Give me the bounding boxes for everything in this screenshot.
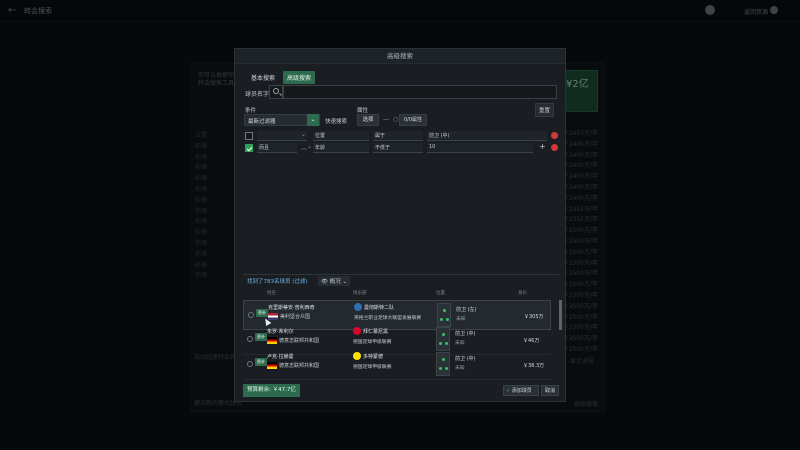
remove-condition-icon[interactable] xyxy=(551,132,558,139)
scrollbar[interactable] xyxy=(559,300,562,330)
condition-field-2[interactable]: 位置 xyxy=(313,131,369,141)
cancel-button[interactable]: 取消 xyxy=(541,385,559,396)
condition-row: ⌄ 位置 属于 前卫 (中) xyxy=(243,130,559,142)
add-condition-icon[interactable]: + xyxy=(539,142,546,151)
results-area: 找到了783名球员 (过滤) 👁 概况 ⌄ 姓名 俱乐部 位置 身价 替补 克里斯… xyxy=(243,274,562,380)
results-bar: 找到了783名球员 (过滤) 👁 概况 ⌄ xyxy=(243,274,559,286)
condition-checkbox[interactable] xyxy=(245,132,253,140)
search-button[interactable] xyxy=(269,85,283,99)
modal-title: 高级搜索 xyxy=(235,49,565,64)
search-icon xyxy=(273,88,279,94)
player-value: ￥46万 xyxy=(523,338,540,344)
position-dot xyxy=(442,358,445,361)
player-value: ￥305万 xyxy=(524,314,544,320)
position-dot xyxy=(440,318,443,321)
reset-button[interactable]: 重置 xyxy=(535,103,555,117)
position-dot xyxy=(439,342,442,345)
club-logo-icon xyxy=(353,327,361,335)
flag-icon xyxy=(267,362,277,369)
player-position: 前卫 (中) xyxy=(455,331,476,337)
player-position: 前卫 (中) xyxy=(455,356,476,362)
condition-value[interactable]: 前卫 (中) xyxy=(427,131,547,141)
position-dot xyxy=(445,342,448,345)
condition-operator[interactable]: 不低于 xyxy=(373,143,423,153)
tab-basic-search[interactable]: 基本搜索 xyxy=(247,71,279,84)
player-known: 未知 xyxy=(455,341,465,346)
quick-search-button[interactable]: 快速搜索 xyxy=(325,117,347,125)
position-dot xyxy=(443,309,446,312)
column-name[interactable]: 姓名 xyxy=(267,290,276,296)
player-name-input[interactable] xyxy=(283,85,557,99)
condition-operator[interactable]: 属于 xyxy=(373,131,423,141)
player-known: 未知 xyxy=(456,317,466,322)
add-player-label: 添加球员 xyxy=(511,388,532,394)
player-league: 德国足球甲级联赛 xyxy=(353,340,392,345)
player-name[interactable]: 朱罗·希利尔 xyxy=(267,328,294,335)
player-position: 前卫 (左) xyxy=(456,307,477,313)
row-select-radio[interactable] xyxy=(247,336,253,342)
status-badge: 替补 xyxy=(255,358,267,366)
attributes-label: 属性 xyxy=(357,108,369,114)
player-club[interactable]: 拜仁慕尼黑 xyxy=(363,328,388,335)
chevron-down-icon[interactable]: ⌄ xyxy=(301,131,306,138)
position-dot xyxy=(445,367,448,370)
player-club[interactable]: 多特蒙德 xyxy=(363,353,383,360)
player-value: ￥38.3万 xyxy=(523,363,545,369)
view-label: 概况 xyxy=(329,279,341,285)
add-player-button[interactable]: ✓ 添加球员 xyxy=(503,385,539,396)
remove-condition-icon[interactable] xyxy=(551,144,558,151)
conditions-label: 条件 xyxy=(245,108,257,114)
budget-balance-badge: 预算剩余: ￥47.7亿 xyxy=(243,384,300,397)
advanced-search-modal: 高级搜索 基本搜索 高级搜索 球员名字 条件 属性 重置 最新过滤器 ⌄ 快速搜… xyxy=(234,48,566,402)
chevron-down-icon[interactable]: ⌄ xyxy=(307,114,319,126)
attr-range-select[interactable]: 0/0属性 xyxy=(399,114,427,126)
condition-row: 而且 ︿ ⌄ 年龄 不低于 10 + xyxy=(243,142,559,154)
range-dash-2: ○ xyxy=(393,116,399,123)
results-columns: 姓名 俱乐部 位置 身价 xyxy=(243,290,559,298)
player-club[interactable]: 曼彻斯特二队 xyxy=(364,304,394,311)
condition-connector[interactable]: 而且 xyxy=(257,143,297,153)
view-select[interactable]: 👁 概况 ⌄ xyxy=(318,276,351,286)
row-select-radio[interactable] xyxy=(247,361,253,367)
status-badge: 替补 xyxy=(256,309,268,317)
check-icon: ✓ xyxy=(506,388,511,394)
player-name[interactable]: 克里斯蒂安·普利西奇 xyxy=(268,304,315,311)
player-nation: 德意志联邦共和国 xyxy=(279,338,320,344)
search-tabs: 基本搜索 高级搜索 xyxy=(247,71,316,84)
pitch-position-icon xyxy=(436,352,450,376)
position-dot xyxy=(442,333,445,336)
player-row[interactable]: 替补 卢克·拉赫曼德意志联邦共和国 多特蒙德德国足球甲级联赛 前卫 (中) 未知 ￥38.… xyxy=(243,350,551,380)
player-name-label: 球员名字 xyxy=(245,91,270,98)
chevron-down-icon[interactable]: ⌄ xyxy=(307,143,312,150)
range-dash: — xyxy=(383,116,389,123)
player-league: 英格兰职业足球大联盟发展联赛 xyxy=(354,316,422,321)
flag-icon xyxy=(267,337,277,344)
player-nation: 美利坚合众国 xyxy=(280,314,311,320)
pitch-position-icon xyxy=(437,303,451,327)
column-value[interactable]: 身价 xyxy=(518,290,527,296)
tab-advanced-search[interactable]: 高级搜索 xyxy=(283,71,316,84)
condition-field-1[interactable] xyxy=(257,131,307,141)
position-dot xyxy=(446,318,449,321)
pitch-position-icon xyxy=(436,327,450,351)
condition-value[interactable]: 10 xyxy=(427,143,533,153)
player-known: 未知 xyxy=(455,366,465,371)
row-select-radio[interactable] xyxy=(248,312,254,318)
player-league: 德国足球甲级联赛 xyxy=(353,365,392,370)
column-club[interactable]: 俱乐部 xyxy=(353,290,367,296)
status-badge: 替补 xyxy=(255,333,267,341)
results-count[interactable]: 找到了783名球员 (过滤) xyxy=(247,277,308,285)
club-logo-icon xyxy=(353,352,361,360)
position-dot xyxy=(439,367,442,370)
player-name[interactable]: 卢克·拉赫曼 xyxy=(267,353,294,360)
column-position[interactable]: 位置 xyxy=(436,290,445,296)
player-nation: 德意志联邦共和国 xyxy=(279,363,320,369)
condition-checkbox-checked[interactable] xyxy=(245,144,253,152)
attr-select-button[interactable]: 选择 xyxy=(357,114,379,126)
club-logo-icon xyxy=(354,303,362,311)
condition-field-2[interactable]: 年龄 xyxy=(313,143,369,153)
